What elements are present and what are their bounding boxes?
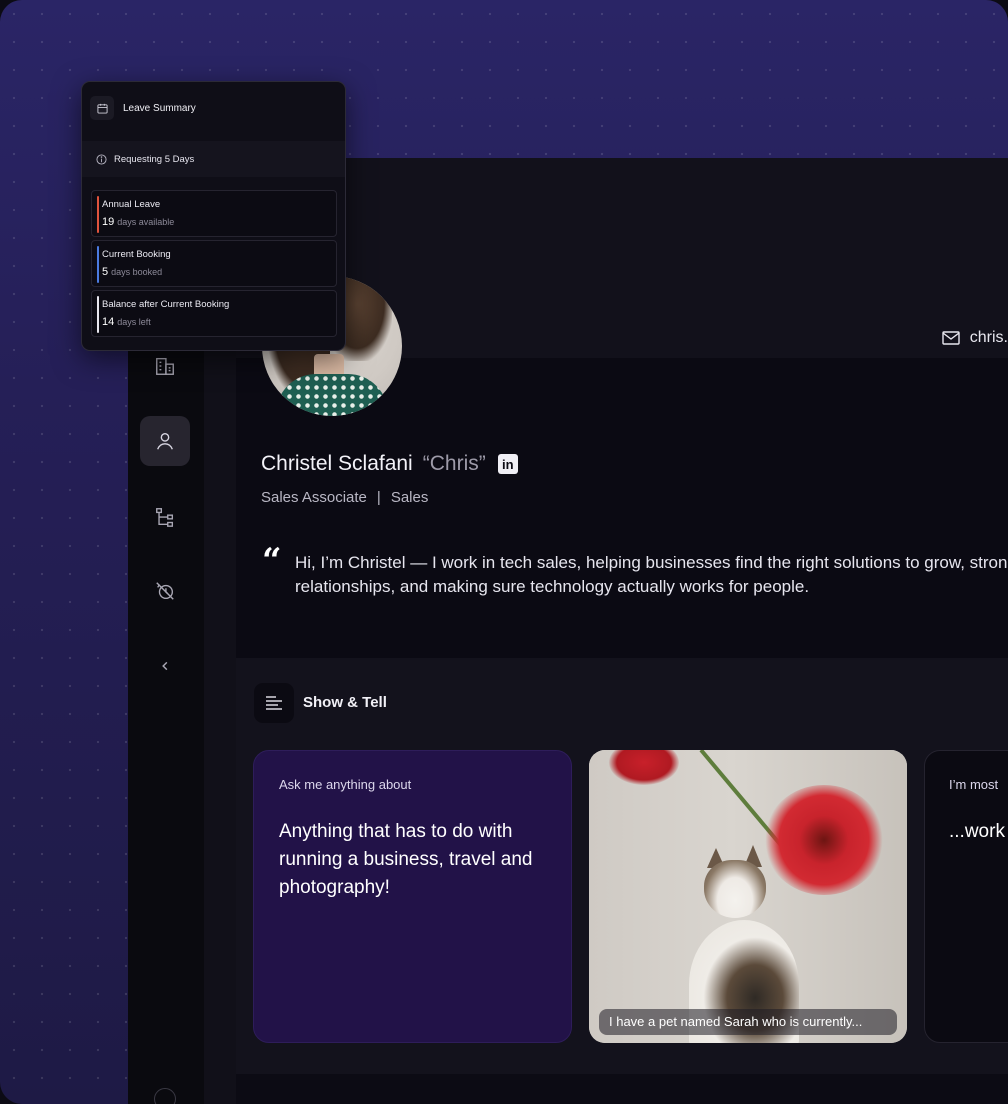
requesting-banner: Requesting 5 Days [82,141,345,177]
clock-off-icon [156,582,174,600]
leave-row-annual: Annual Leave 19 days available [91,190,337,237]
profile-role: Sales Associate [261,489,367,506]
profile-bio-quote: Hi, I’m Christel — I work in tech sales,… [295,553,1008,596]
card-text: Anything that has to do with running a b… [279,821,533,898]
profile-department: Sales [390,489,429,506]
ask-me-card[interactable]: Ask me anything about Anything that has … [253,750,572,1043]
card-text: ...work market the de busine [949,821,1008,842]
leave-summary-header: Leave Summary [90,96,196,120]
card-eyebrow: I’m most [949,777,999,792]
info-icon [96,153,107,165]
bottom-strip [236,1074,1008,1104]
profile-name: Christel Sclafani [261,452,413,475]
leave-row-unit: days booked [111,267,163,277]
mail-icon [942,331,960,345]
flower-image [764,785,884,895]
leave-row-value: 14 [102,316,115,328]
nav-org-chart-button[interactable] [140,492,190,542]
email-text: chris.s [969,329,1008,346]
background-frame: chris.s Christel Sclafani “Chris” in Sal… [0,0,1008,1104]
profile-name-row: Christel Sclafani “Chris” in [261,452,518,476]
building-icon [156,357,174,375]
leave-row-balance: Balance after Current Booking 14 days lef… [91,290,337,337]
leave-row-label: Current Booking [102,249,171,260]
calendar-icon [90,96,114,120]
chevron-left-icon [162,661,168,671]
leave-summary-popup: Leave Summary Requesting 5 Days Annual L… [81,81,346,351]
role-separator: | [376,489,381,506]
leave-row-value: 19 [102,216,115,228]
leave-row-value: 5 [102,266,109,278]
profile-nickname: “Chris” [422,452,486,475]
nav-profile-button[interactable] [140,416,190,466]
leave-row-unit: days available [117,217,175,227]
align-left-icon [254,683,294,723]
leave-row-label: Balance after Current Booking [102,299,230,310]
leave-row-booking: Current Booking 5 days booked [91,240,337,287]
leave-summary-title: Leave Summary [123,102,196,114]
leave-row-label: Annual Leave [102,199,161,210]
leave-row-bar [97,296,99,333]
cat-head-image [704,860,766,918]
show-and-tell-title: Show & Tell [303,694,387,711]
leave-row-unit: days left [117,317,151,327]
hierarchy-icon [156,508,174,527]
photo-caption: I have a pet named Sarah who is currentl… [599,1009,897,1035]
nav-time-off-button[interactable] [140,566,190,616]
leave-row-bar [97,196,99,233]
settings-icon[interactable] [154,1088,176,1104]
linkedin-icon[interactable]: in [497,454,518,474]
user-icon [157,432,173,450]
collapse-sidebar-button[interactable] [140,641,190,691]
most-card[interactable]: I’m most ...work market the de busine [924,750,1008,1043]
card-eyebrow: Ask me anything about [279,777,412,792]
requesting-text: Requesting 5 Days [114,153,195,165]
pet-photo-card[interactable]: I have a pet named Sarah who is currentl… [589,750,907,1043]
quote-mark-icon: “ [262,541,282,581]
leave-row-bar [97,246,99,283]
email-link[interactable]: chris.s [942,329,1008,347]
profile-role-row: Sales Associate | Sales [261,489,428,506]
